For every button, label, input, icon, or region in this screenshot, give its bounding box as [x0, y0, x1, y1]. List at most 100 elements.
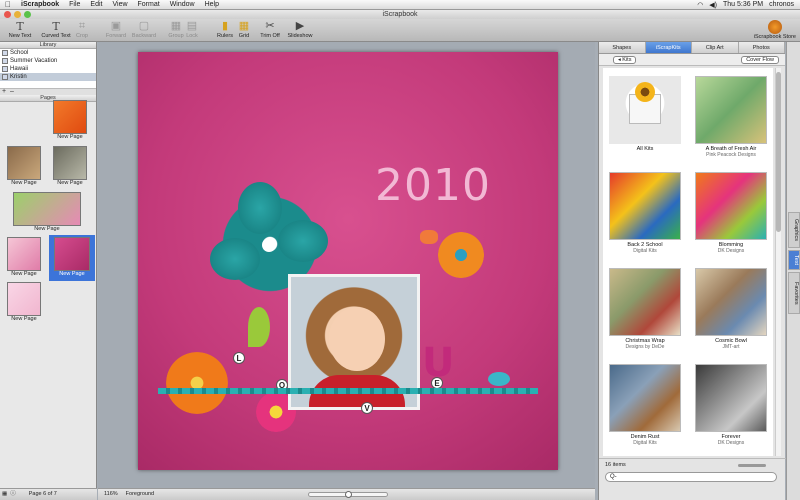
kits-scrollbar[interactable] — [775, 68, 781, 456]
menu-format[interactable]: Format — [133, 1, 165, 8]
thumbnail-size-slider[interactable] — [738, 464, 766, 467]
kit-thumbnail — [609, 268, 681, 336]
orange-flower[interactable] — [438, 232, 484, 278]
menu-help[interactable]: Help — [200, 1, 224, 8]
flower-center — [262, 238, 276, 252]
left-statusbar: ▦ ⓘ Page 6 of 7 — [0, 488, 97, 500]
cover-flow-button[interactable]: Cover Flow — [741, 56, 779, 64]
store-icon — [767, 20, 782, 34]
tab-photos[interactable]: Photos — [739, 42, 785, 53]
kit-item[interactable]: A Breath of Fresh Air Pink Peacock Desig… — [691, 76, 771, 158]
toolbar: T New Text T Curved Text ⌗ Crop ▣ Forward ▢ B… — [0, 19, 800, 42]
menu-app[interactable]: iScrapbook — [16, 1, 64, 8]
year-text[interactable]: 2010 — [375, 160, 491, 211]
zoom-level[interactable]: 116% — [104, 489, 118, 500]
kit-thumbnail — [609, 172, 681, 240]
side-tab-text[interactable]: Text — [788, 250, 800, 270]
kit-author: DK Designs — [717, 440, 745, 446]
library-item[interactable]: Summer Vacation — [0, 57, 96, 65]
orange-flower[interactable] — [166, 352, 228, 414]
page-thumb[interactable]: New Page — [4, 146, 44, 186]
search-input[interactable]: Q- — [605, 472, 777, 482]
kit-thumbnail — [609, 364, 681, 432]
page-thumb[interactable]: New Page — [4, 237, 44, 277]
slideshow-icon: ▶ — [295, 20, 305, 32]
new-text-button[interactable]: T New Text — [0, 20, 40, 39]
layer-select[interactable]: Foreground — [126, 489, 154, 500]
minimize-icon[interactable] — [14, 11, 21, 18]
canvas-area: 2010 U L O V E — [98, 42, 595, 488]
menu-file[interactable]: File — [64, 1, 85, 8]
kit-item[interactable]: Blomming DK Designs — [691, 172, 771, 254]
kit-item[interactable]: Forever DK Designs — [691, 364, 771, 446]
slideshow-button[interactable]: ▶ Slideshow — [280, 20, 320, 39]
kits-back-button[interactable]: ◂ Kits — [613, 56, 637, 64]
library-item[interactable]: Hawaii — [0, 65, 96, 73]
kit-item[interactable]: All Kits — [605, 76, 685, 152]
kit-item[interactable]: Back 2 School Digital Kits — [605, 172, 685, 254]
apple-icon[interactable]:  — [0, 0, 16, 9]
kit-thumbnail — [695, 172, 767, 240]
item-count: 16 items — [605, 462, 626, 468]
book-icon — [2, 58, 8, 64]
butterfly-embellishment[interactable] — [420, 230, 438, 244]
clock[interactable]: Thu 5:36 PM — [723, 1, 763, 8]
page-thumb[interactable]: New Page — [12, 192, 82, 232]
book-icon — [2, 66, 8, 72]
window-titlebar: iScrapbook — [0, 10, 800, 19]
teal-petal — [210, 238, 260, 280]
library-item[interactable]: School — [0, 49, 96, 57]
menu-view[interactable]: View — [107, 1, 132, 8]
side-tab-favorites[interactable]: Favorites — [788, 272, 800, 314]
page-thumb[interactable]: New Page — [50, 100, 90, 140]
tab-clip-art[interactable]: Clip Art — [692, 42, 739, 53]
browser-tabs: Shapes iScrapKits Clip Art Photos — [599, 42, 785, 54]
zoom-slider-knob[interactable] — [345, 491, 352, 498]
side-tabs: Graphics Text Favorites — [786, 42, 800, 500]
library-add-remove[interactable]: + – — [0, 88, 96, 95]
kit-item[interactable]: Denim Rust Digital Kits — [605, 364, 685, 446]
sunflower-icon — [635, 82, 655, 102]
zoom-icon[interactable] — [24, 11, 31, 18]
kit-item[interactable]: Christmas Wrap Designs by DeDe — [605, 268, 685, 350]
wifi-icon[interactable]: ◠ — [697, 1, 703, 9]
page-indicator: Page 6 of 7 — [28, 491, 57, 497]
teal-petal — [278, 220, 328, 262]
info-icon[interactable]: ⓘ — [10, 489, 16, 500]
kit-author: Designs by DeDe — [625, 344, 665, 350]
kit-author: JMT-art — [722, 344, 740, 350]
menu-window[interactable]: Window — [165, 1, 200, 8]
volume-icon[interactable]: ◀) — [709, 1, 717, 9]
view-toggle-icon[interactable]: ▦ — [2, 489, 7, 500]
browser-footer: 16 items — [599, 458, 786, 470]
scrollbar-thumb[interactable] — [776, 72, 781, 232]
left-panel: Library School Summer Vacation Hawaii Kr… — [0, 42, 97, 488]
kit-item[interactable]: Cosmic Bowl JMT-art — [691, 268, 771, 350]
kits-nav: ◂ Kits Cover Flow — [599, 54, 785, 66]
library-header: Library — [0, 42, 96, 49]
tab-iscrapkits[interactable]: iScrapKits — [645, 42, 692, 53]
ribbon-band — [158, 388, 538, 394]
text-icon: T — [16, 20, 24, 33]
letter-l[interactable]: L — [233, 352, 245, 364]
page-thumb[interactable]: New Page — [4, 282, 44, 322]
scrapbook-page[interactable]: 2010 U L O V E — [138, 52, 558, 470]
letter-v[interactable]: V — [361, 402, 373, 414]
kits-grid: All Kits A Breath of Fresh Air Pink Peac… — [603, 68, 773, 456]
bird-embellishment[interactable] — [488, 372, 510, 386]
store-button[interactable]: iScrapbook Store — [754, 20, 796, 40]
menu-edit[interactable]: Edit — [85, 1, 107, 8]
zoom-slider[interactable] — [308, 491, 388, 498]
library-item-selected[interactable]: Kristin — [0, 73, 96, 81]
side-tab-graphics[interactable]: Graphics — [788, 212, 800, 248]
book-icon — [2, 50, 8, 56]
kit-thumbnail — [609, 76, 681, 144]
close-icon[interactable] — [4, 11, 11, 18]
teal-petal — [238, 182, 282, 234]
page-thumb[interactable]: New Page — [50, 146, 90, 186]
page-thumb-selected[interactable]: New Page — [49, 235, 95, 281]
tab-shapes[interactable]: Shapes — [599, 42, 646, 53]
kit-name: All Kits — [636, 146, 654, 152]
kit-author: Digital Kits — [633, 440, 657, 446]
user-name[interactable]: chronos — [769, 1, 794, 8]
